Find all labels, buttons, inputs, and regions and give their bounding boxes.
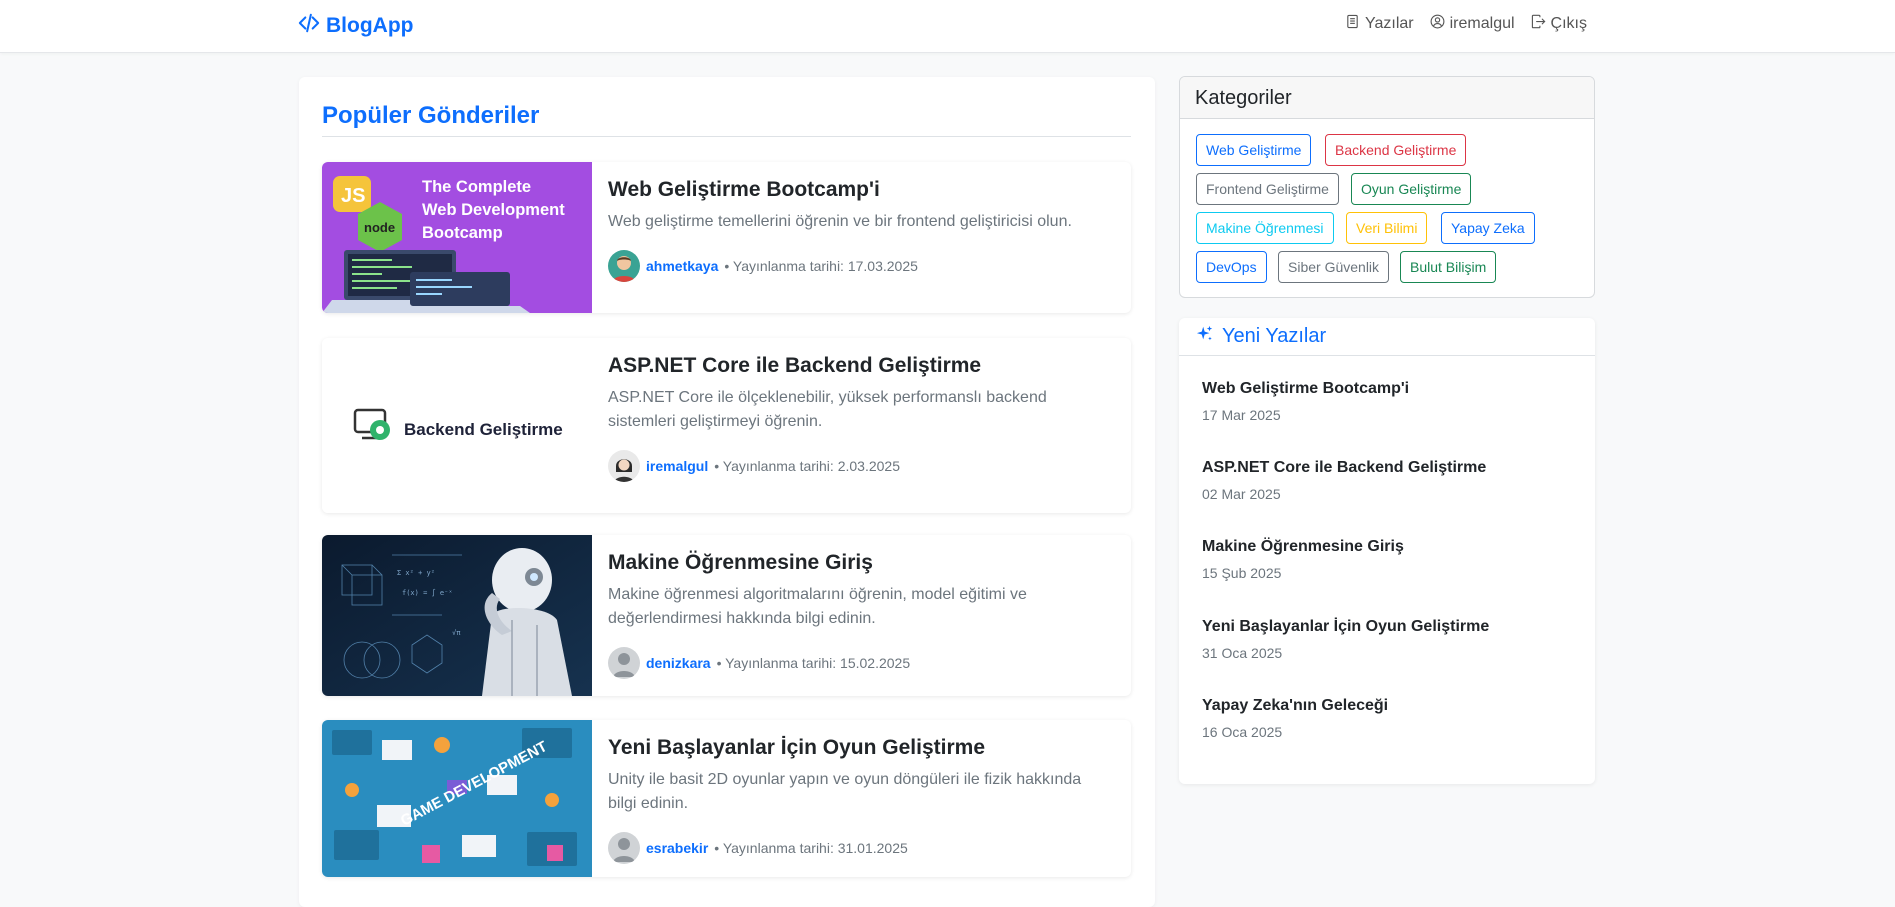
recent-post-date: 02 Mar 2025	[1202, 486, 1281, 502]
recent-post-title[interactable]: ASP.NET Core ile Backend Geliştirme	[1202, 459, 1486, 477]
recent-post-item[interactable]: Yeni Başlayanlar İçin Oyun Geliştirme 31…	[1202, 618, 1489, 661]
nav-link-profile-label: iremalgul	[1449, 15, 1515, 32]
thumb-label: Backend Geliştirme	[404, 420, 563, 439]
category-tag[interactable]: Bulut Bilişim	[1400, 251, 1497, 283]
post-meta: denizkara • Yayınlanma tarihi: 15.02.202…	[608, 647, 910, 679]
publish-date: • Yayınlanma tarihi: 17.03.2025	[724, 258, 918, 274]
recent-post-date: 16 Oca 2025	[1202, 724, 1283, 740]
recent-post-item[interactable]: ASP.NET Core ile Backend Geliştirme 02 M…	[1202, 459, 1486, 502]
post-card[interactable]: Backend Geliştirme ASP.NET Core ile Back…	[322, 338, 1131, 513]
post-thumbnail: Backend Geliştirme	[322, 338, 592, 513]
category-tag[interactable]: Makine Öğrenmesi	[1196, 212, 1334, 244]
brand-name: BlogApp	[326, 14, 414, 37]
author-link[interactable]: esrabekir	[646, 840, 708, 856]
author-link[interactable]: iremalgul	[646, 458, 708, 474]
nav-link-logout-label: Çıkış	[1550, 15, 1587, 32]
post-card[interactable]: JS node The Complete Web Development Boo…	[322, 162, 1131, 313]
sparkles-icon	[1196, 325, 1214, 349]
recent-post-date: 31 Oca 2025	[1202, 645, 1283, 661]
svg-text:√π: √π	[452, 629, 461, 637]
recent-post-title[interactable]: Makine Öğrenmesine Giriş	[1202, 538, 1404, 556]
recent-post-date: 15 Şub 2025	[1202, 565, 1282, 581]
brand-link[interactable]: BlogApp	[298, 12, 413, 40]
recent-post-title[interactable]: Yeni Başlayanlar İçin Oyun Geliştirme	[1202, 618, 1489, 636]
category-tag[interactable]: DevOps	[1196, 251, 1267, 283]
divider	[322, 136, 1131, 137]
post-description: Makine öğrenmesi algoritmalarını öğrenin…	[608, 586, 1027, 627]
recent-post-title[interactable]: Yapay Zeka'nın Geleceği	[1202, 697, 1388, 715]
post-meta: esrabekir • Yayınlanma tarihi: 31.01.202…	[608, 832, 908, 864]
category-tag[interactable]: Veri Bilimi	[1346, 212, 1428, 244]
code-icon	[298, 12, 320, 40]
logout-icon	[1531, 14, 1546, 34]
post-thumbnail: JS node The Complete Web Development Boo…	[322, 162, 592, 313]
avatar	[608, 832, 640, 864]
post-description: Unity ile basit 2D oyunlar yapın ve oyun…	[608, 771, 1082, 812]
category-tag[interactable]: Backend Geliştirme	[1325, 134, 1467, 166]
thumb-js-badge: JS	[341, 185, 365, 207]
recent-posts-header: Yeni Yazılar	[1179, 318, 1595, 356]
author-link[interactable]: ahmetkaya	[646, 258, 718, 274]
recent-post-title[interactable]: Web Geliştirme Bootcamp'i	[1202, 380, 1409, 398]
nav-link-posts[interactable]: Yazılar	[1345, 14, 1414, 34]
top-navbar: BlogApp Yazılar iremalgul Çıkış	[0, 0, 1895, 53]
post-meta: iremalgul • Yayınlanma tarihi: 2.03.2025	[608, 450, 900, 482]
nav-link-logout[interactable]: Çıkış	[1531, 14, 1587, 34]
publish-date: • Yayınlanma tarihi: 15.02.2025	[716, 655, 911, 671]
post-meta: ahmetkaya • Yayınlanma tarihi: 17.03.202…	[608, 250, 918, 282]
recent-posts-title: Yeni Yazılar	[1222, 325, 1327, 347]
category-tag[interactable]: Oyun Geliştirme	[1351, 173, 1472, 205]
nav-link-profile[interactable]: iremalgul	[1430, 14, 1515, 34]
post-title[interactable]: Yeni Başlayanlar İçin Oyun Geliştirme	[608, 736, 1111, 760]
user-circle-icon	[1430, 14, 1445, 34]
thumb-node-logo: node	[364, 220, 395, 235]
avatar	[608, 250, 640, 282]
category-tag[interactable]: Yapay Zeka	[1441, 212, 1535, 244]
svg-text:f(x) = ∫ e⁻ˣ: f(x) = ∫ e⁻ˣ	[402, 588, 453, 597]
post-card[interactable]: GAME DEVELOPMENT Yeni Başlayanlar İçin O…	[322, 720, 1131, 877]
post-thumbnail: GAME DEVELOPMENT	[322, 720, 592, 877]
post-title[interactable]: Makine Öğrenmesine Giriş	[608, 551, 1111, 575]
section-title: Popüler Gönderiler	[322, 102, 540, 129]
post-thumbnail: Σ x² + y² f(x) = ∫ e⁻ˣ √π	[322, 535, 592, 696]
author-link[interactable]: denizkara	[646, 655, 711, 671]
categories-title: Kategoriler	[1180, 77, 1594, 119]
post-description: ASP.NET Core ile ölçeklenebilir, yüksek …	[608, 389, 1047, 430]
thumb-line: Bootcamp	[422, 224, 503, 242]
popular-posts-section: Popüler Gönderiler JS node The Complete …	[299, 77, 1155, 907]
category-tag[interactable]: Siber Güvenlik	[1278, 251, 1390, 283]
file-text-icon	[1345, 14, 1360, 34]
avatar	[608, 647, 640, 679]
avatar	[608, 450, 640, 482]
post-title[interactable]: ASP.NET Core ile Backend Geliştirme	[608, 354, 1111, 378]
recent-post-date: 17 Mar 2025	[1202, 407, 1281, 423]
categories-card: Kategoriler Web Geliştirme Backend Geliş…	[1179, 76, 1595, 298]
category-tag[interactable]: Frontend Geliştirme	[1196, 173, 1339, 205]
publish-date: • Yayınlanma tarihi: 2.03.2025	[714, 458, 900, 474]
post-description: Web geliştirme temellerini öğrenin ve bi…	[608, 213, 1072, 230]
nav-link-posts-label: Yazılar	[1365, 15, 1414, 32]
publish-date: • Yayınlanma tarihi: 31.01.2025	[714, 840, 908, 856]
svg-text:Σ x² + y²: Σ x² + y²	[397, 569, 435, 577]
thumb-line: The Complete	[422, 178, 531, 196]
post-title[interactable]: Web Geliştirme Bootcamp'i	[608, 178, 1111, 202]
nav-links: Yazılar iremalgul Çıkış	[1345, 14, 1587, 34]
recent-post-item[interactable]: Makine Öğrenmesine Giriş 15 Şub 2025	[1202, 538, 1404, 581]
recent-post-item[interactable]: Web Geliştirme Bootcamp'i 17 Mar 2025	[1202, 380, 1409, 423]
recent-posts-card: Yeni Yazılar Web Geliştirme Bootcamp'i 1…	[1179, 318, 1595, 784]
category-tag[interactable]: Web Geliştirme	[1196, 134, 1312, 166]
thumb-line: Web Development	[422, 201, 565, 219]
post-card[interactable]: Σ x² + y² f(x) = ∫ e⁻ˣ √π Makine Öğrenmesi…	[322, 535, 1131, 696]
recent-post-item[interactable]: Yapay Zeka'nın Geleceği 16 Oca 2025	[1202, 697, 1388, 740]
